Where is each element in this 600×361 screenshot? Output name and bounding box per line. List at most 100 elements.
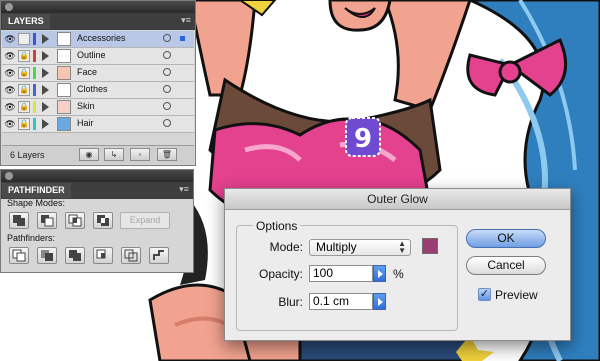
panel-menu-icon[interactable]: ▾≡ [180, 15, 192, 25]
layer-row-face[interactable]: 👁 🔒 Face [2, 65, 194, 82]
crop-button[interactable] [93, 247, 113, 264]
mode-label: Mode: [269, 240, 303, 254]
target-circle-icon[interactable] [163, 85, 171, 93]
layer-thumbnail [57, 83, 71, 97]
layer-name[interactable]: Skin [77, 101, 95, 111]
panel-titlebar[interactable] [1, 1, 195, 13]
merge-button[interactable] [65, 247, 85, 264]
minus-back-icon [153, 250, 164, 260]
blur-slider-arrow-icon[interactable] [373, 293, 386, 310]
mode-select[interactable]: Multiply ▲ ▼ [309, 239, 411, 256]
expand-arrow-icon[interactable] [42, 51, 49, 61]
expand-arrow-icon[interactable] [42, 34, 49, 44]
layers-footer: 6 Layers ◉ ↳ ▫ 🗑 [2, 145, 194, 164]
minus-front-icon [41, 215, 54, 227]
mode-value: Multiply [316, 240, 357, 254]
lock-toggle[interactable] [18, 33, 30, 45]
layer-name[interactable]: Clothes [77, 84, 108, 94]
layer-color-bar [33, 84, 36, 96]
divide-icon [12, 249, 26, 262]
layer-thumbnail [57, 100, 71, 114]
target-circle-icon[interactable] [163, 34, 171, 42]
opacity-input[interactable]: 100 [309, 265, 373, 282]
exclude-button[interactable] [93, 212, 113, 229]
lock-icon[interactable]: 🔒 [18, 50, 30, 62]
exclude-icon [97, 215, 109, 226]
tab-pathfinder[interactable]: PATHFINDER [2, 183, 71, 198]
trim-icon [41, 250, 53, 261]
lock-icon[interactable]: 🔒 [18, 118, 30, 130]
pathfinder-panel: PATHFINDER ▾≡ Shape Modes: Expand Pathfi… [0, 169, 194, 273]
minus-front-button[interactable] [37, 212, 57, 229]
layer-row-hair[interactable]: 👁 🔒 Hair [2, 116, 194, 133]
chevron-updown-icon: ▲ ▼ [398, 239, 406, 255]
expand-arrow-icon[interactable] [42, 68, 49, 78]
layer-row-clothes[interactable]: 👁 🔒 Clothes [2, 82, 194, 99]
blur-label: Blur: [278, 295, 303, 309]
target-circle-icon[interactable] [163, 102, 171, 110]
target-circle-icon[interactable] [163, 68, 171, 76]
target-circle-icon[interactable] [163, 51, 171, 59]
layer-thumbnail [57, 32, 71, 46]
divide-button[interactable] [9, 247, 29, 264]
layer-name[interactable]: Hair [77, 118, 94, 128]
shape-modes-label: Shape Modes: [7, 198, 66, 208]
lock-icon[interactable]: 🔒 [18, 67, 30, 79]
expand-button[interactable]: Expand [120, 212, 170, 229]
layer-color-bar [33, 50, 36, 62]
create-sublayer-button[interactable]: ↳ [104, 148, 124, 161]
layer-row-skin[interactable]: 👁 🔒 Skin [2, 99, 194, 116]
outline-button[interactable] [121, 247, 141, 264]
preview-label[interactable]: Preview [495, 288, 538, 302]
layer-name[interactable]: Accessories [77, 33, 126, 43]
eye-icon[interactable]: 👁 [4, 85, 16, 95]
panel-menu-icon[interactable]: ▾≡ [178, 184, 190, 194]
layer-color-bar [33, 67, 36, 79]
eye-icon[interactable]: 👁 [4, 102, 16, 112]
dialog-title: Outer Glow [225, 189, 570, 210]
layer-name[interactable]: Face [77, 67, 97, 77]
opacity-unit: % [393, 267, 404, 281]
ok-button[interactable]: OK [466, 229, 546, 248]
expand-arrow-icon[interactable] [42, 85, 49, 95]
trim-button[interactable] [37, 247, 57, 264]
options-label: Options [253, 219, 301, 233]
minus-back-button[interactable] [149, 247, 169, 264]
opacity-slider-arrow-icon[interactable] [373, 265, 386, 282]
tab-layers[interactable]: LAYERS [2, 14, 50, 29]
expand-arrow-icon[interactable] [42, 102, 49, 112]
close-icon[interactable] [5, 172, 13, 180]
target-circle-icon[interactable] [163, 119, 171, 127]
layer-row-outline[interactable]: 👁 🔒 Outline [2, 48, 194, 65]
badge-digit: 9 [354, 124, 372, 154]
eye-icon[interactable]: 👁 [4, 34, 16, 44]
pathfinders-label: Pathfinders: [7, 233, 56, 243]
layer-name[interactable]: Outline [77, 50, 106, 60]
crop-icon [96, 249, 106, 259]
lock-icon[interactable]: 🔒 [18, 101, 30, 113]
trash-icon[interactable]: 🗑 [157, 148, 177, 161]
layer-color-bar [33, 33, 36, 45]
glow-color-swatch[interactable] [422, 238, 438, 254]
eye-icon[interactable]: 👁 [4, 51, 16, 61]
preview-checkbox[interactable]: ✓ [478, 288, 491, 301]
outer-glow-dialog: Outer Glow Options Mode: Multiply ▲ ▼ Opa… [224, 188, 571, 341]
intersect-button[interactable] [65, 212, 85, 229]
layer-thumbnail [57, 117, 71, 131]
layer-row-accessories[interactable]: 👁 Accessories [2, 31, 194, 48]
eye-icon[interactable]: 👁 [4, 68, 16, 78]
new-layer-button[interactable]: ▫ [130, 148, 150, 161]
expand-arrow-icon[interactable] [42, 119, 49, 129]
make-clipping-mask-button[interactable]: ◉ [79, 148, 99, 161]
layer-thumbnail [57, 66, 71, 80]
intersect-icon [68, 214, 82, 227]
panel-titlebar[interactable] [1, 170, 193, 182]
layer-color-bar [33, 101, 36, 113]
unite-button[interactable] [9, 212, 29, 229]
cancel-button[interactable]: Cancel [466, 256, 546, 275]
close-icon[interactable] [5, 3, 13, 11]
lock-icon[interactable]: 🔒 [18, 84, 30, 96]
layer-thumbnail [57, 49, 71, 63]
eye-icon[interactable]: 👁 [4, 119, 16, 129]
blur-input[interactable]: 0.1 cm [309, 293, 373, 310]
